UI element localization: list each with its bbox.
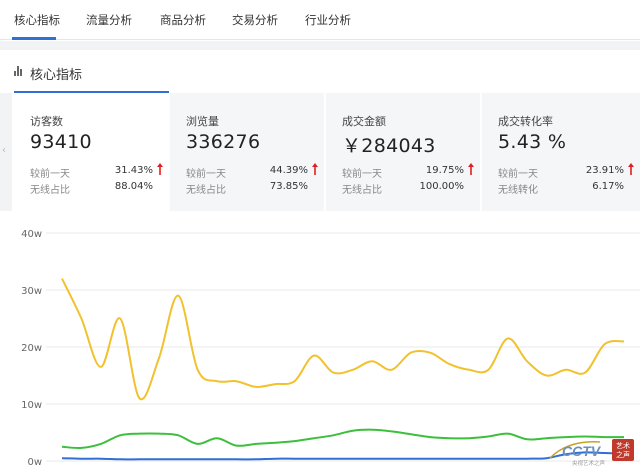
series-line-blue	[61, 451, 625, 461]
scroll-left-button[interactable]: ‹	[0, 93, 12, 211]
trend-up-icon	[312, 163, 318, 175]
kpi-share-value: 73.85%	[269, 181, 308, 192]
kpi-row: ‹ 访客数 93410 较前一天 31.43% 无线占比 88.04% 浏览量 …	[0, 93, 640, 211]
kpi-value: ￥284043	[342, 135, 436, 157]
kpi-card-conversion-rate[interactable]: 成交转化率 5.43 % 较前一天 23.91% 无线转化 6.17%	[482, 93, 640, 211]
kpi-compare-label: 较前一天	[186, 169, 226, 180]
kpi-compare-label: 较前一天	[30, 169, 70, 180]
cctv-watermark: CCTV 艺术 之声 央视艺术之声	[548, 436, 636, 467]
kpi-conversion-label: 无线转化	[498, 185, 538, 196]
y-tick-label: 10w	[21, 400, 42, 411]
kpi-conversion-value: 6.17%	[592, 181, 624, 192]
kpi-value: 93410	[30, 131, 92, 153]
watermark-side-text: 之声	[616, 450, 630, 459]
kpi-compare-label: 较前一天	[498, 169, 538, 180]
chevron-left-icon: ‹	[2, 145, 6, 156]
trend-chart: 0w 10w 20w 30w 40w	[0, 211, 640, 468]
watermark-side-text: 艺术	[616, 441, 630, 450]
bar-chart-icon	[14, 66, 24, 76]
y-tick-label: 30w	[21, 286, 42, 297]
kpi-value: 336276	[186, 131, 261, 153]
kpi-compare-value: 23.91%	[585, 165, 624, 176]
kpi-share-label: 无线占比	[30, 185, 70, 196]
tab-industry-analysis[interactable]: 行业分析	[305, 12, 351, 28]
divider-strip	[0, 41, 640, 50]
kpi-card-visitors[interactable]: 访客数 93410 较前一天 31.43% 无线占比 88.04%	[14, 93, 169, 211]
watermark-small-text: 央视艺术之声	[572, 459, 606, 466]
kpi-compare-value: 44.39%	[269, 165, 308, 176]
kpi-share-value: 100.00%	[419, 181, 465, 192]
active-tab-indicator	[12, 37, 56, 40]
kpi-share-value: 88.04%	[114, 181, 153, 192]
kpi-share-label: 无线占比	[186, 185, 226, 196]
kpi-label: 成交金额	[342, 115, 386, 128]
tab-core-metrics[interactable]: 核心指标	[14, 12, 60, 28]
kpi-compare-value: 19.75%	[425, 165, 464, 176]
tab-transaction-analysis[interactable]: 交易分析	[232, 12, 278, 28]
kpi-compare-label: 较前一天	[342, 169, 382, 180]
section-header: 核心指标	[0, 50, 640, 92]
kpi-label: 浏览量	[186, 115, 219, 128]
kpi-label: 访客数	[30, 115, 63, 128]
kpi-value: 5.43 %	[498, 131, 567, 153]
trend-chart-svg: 0w 10w 20w 30w 40w	[21, 229, 640, 468]
y-tick-label: 20w	[21, 343, 42, 354]
trend-up-icon	[628, 163, 634, 175]
trend-up-icon	[468, 163, 474, 175]
series-line-green	[61, 428, 625, 450]
tab-traffic-analysis[interactable]: 流量分析	[86, 12, 132, 28]
watermark-brand-text: CCTV	[562, 443, 602, 459]
kpi-card-pageviews[interactable]: 浏览量 336276 较前一天 44.39% 无线占比 73.85%	[170, 93, 324, 211]
series-line-yellow	[61, 278, 625, 401]
kpi-card-sales-amount[interactable]: 成交金额 ￥284043 较前一天 19.75% 无线占比 100.00%	[326, 93, 480, 211]
section-title: 核心指标	[30, 68, 83, 83]
y-tick-label: 0w	[27, 457, 42, 468]
kpi-share-label: 无线占比	[342, 185, 382, 196]
top-navigation: 核心指标 流量分析 商品分析 交易分析 行业分析	[0, 0, 640, 40]
trend-up-icon	[157, 163, 163, 175]
kpi-label: 成交转化率	[498, 115, 553, 128]
y-tick-label: 40w	[21, 229, 42, 240]
tab-product-analysis[interactable]: 商品分析	[160, 12, 206, 28]
kpi-compare-value: 31.43%	[114, 165, 153, 176]
